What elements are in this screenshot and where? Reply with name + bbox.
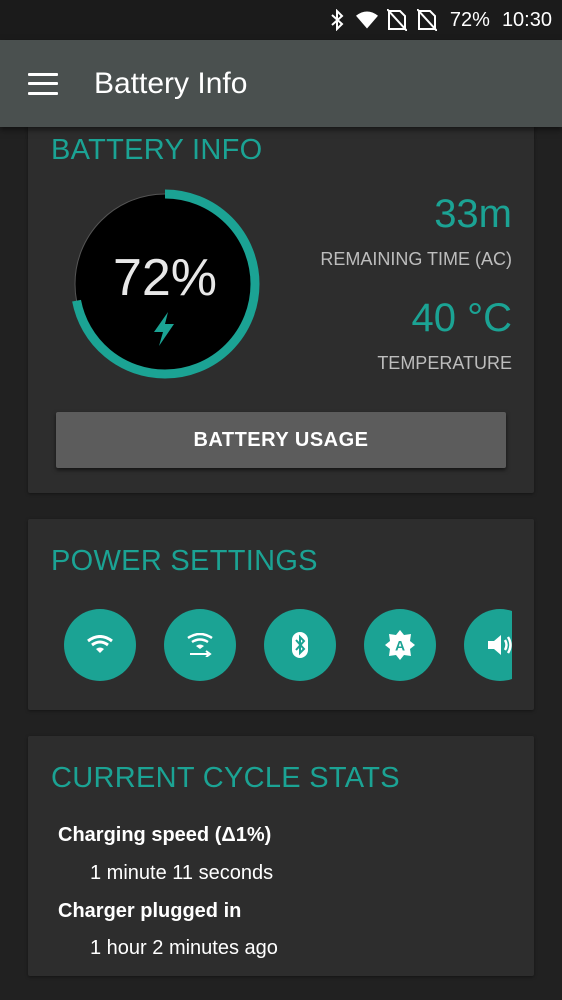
battery-level-text: 72% — [112, 249, 218, 307]
battery-info-card: BATTERY INFO 72% 33m REMAINING TIME (AC)… — [28, 120, 534, 493]
power-settings-title: POWER SETTINGS — [51, 545, 318, 577]
power-toggles-row: A — [64, 609, 512, 681]
charger-plugged-value: 1 hour 2 minutes ago — [90, 937, 278, 959]
no-sim-icon — [416, 9, 438, 31]
charger-plugged-heading: Charger plugged in — [58, 900, 242, 922]
wifi-toggle[interactable] — [64, 609, 136, 681]
wifi-hotspot-icon — [187, 633, 213, 657]
cycle-stats-card: CURRENT CYCLE STATS Charging speed (Δ1%)… — [28, 736, 534, 976]
lightning-bolt-icon — [154, 312, 174, 346]
clock: 10:30 — [501, 8, 552, 31]
remaining-time-value: 33m — [434, 192, 512, 236]
wifi-icon — [87, 635, 113, 653]
battery-info-title: BATTERY INFO — [51, 134, 263, 166]
toolbar-title: Battery Info — [94, 66, 248, 100]
battery-percent: 72% — [449, 8, 490, 31]
hotspot-toggle[interactable] — [164, 609, 236, 681]
bluetooth-icon — [326, 9, 348, 31]
temperature-label: TEMPERATURE — [377, 353, 512, 373]
svg-text:A: A — [395, 638, 405, 654]
wifi-icon — [355, 9, 378, 31]
volume-toggle[interactable] — [464, 609, 512, 681]
temperature-value: 40 °C — [411, 296, 513, 340]
power-settings-card: POWER SETTINGS A — [28, 519, 534, 710]
hamburger-menu-icon[interactable] — [28, 72, 58, 95]
battery-usage-button[interactable]: BATTERY USAGE — [56, 412, 506, 468]
status-bar: 72% 10:30 — [0, 0, 562, 40]
volume-icon — [488, 635, 512, 655]
bluetooth-toggle[interactable] — [264, 609, 336, 681]
auto-brightness-toggle[interactable]: A — [364, 609, 436, 681]
no-sim-icon — [386, 9, 408, 31]
charging-speed-value: 1 minute 11 seconds — [90, 862, 274, 884]
cycle-stats-title: CURRENT CYCLE STATS — [51, 762, 400, 794]
charging-speed-heading: Charging speed (Δ1%) — [58, 824, 272, 846]
auto-brightness-icon: A — [385, 630, 415, 660]
bluetooth-icon — [292, 632, 308, 658]
app-toolbar: Battery Info — [0, 40, 562, 127]
remaining-time-label: REMAINING TIME (AC) — [320, 249, 512, 269]
